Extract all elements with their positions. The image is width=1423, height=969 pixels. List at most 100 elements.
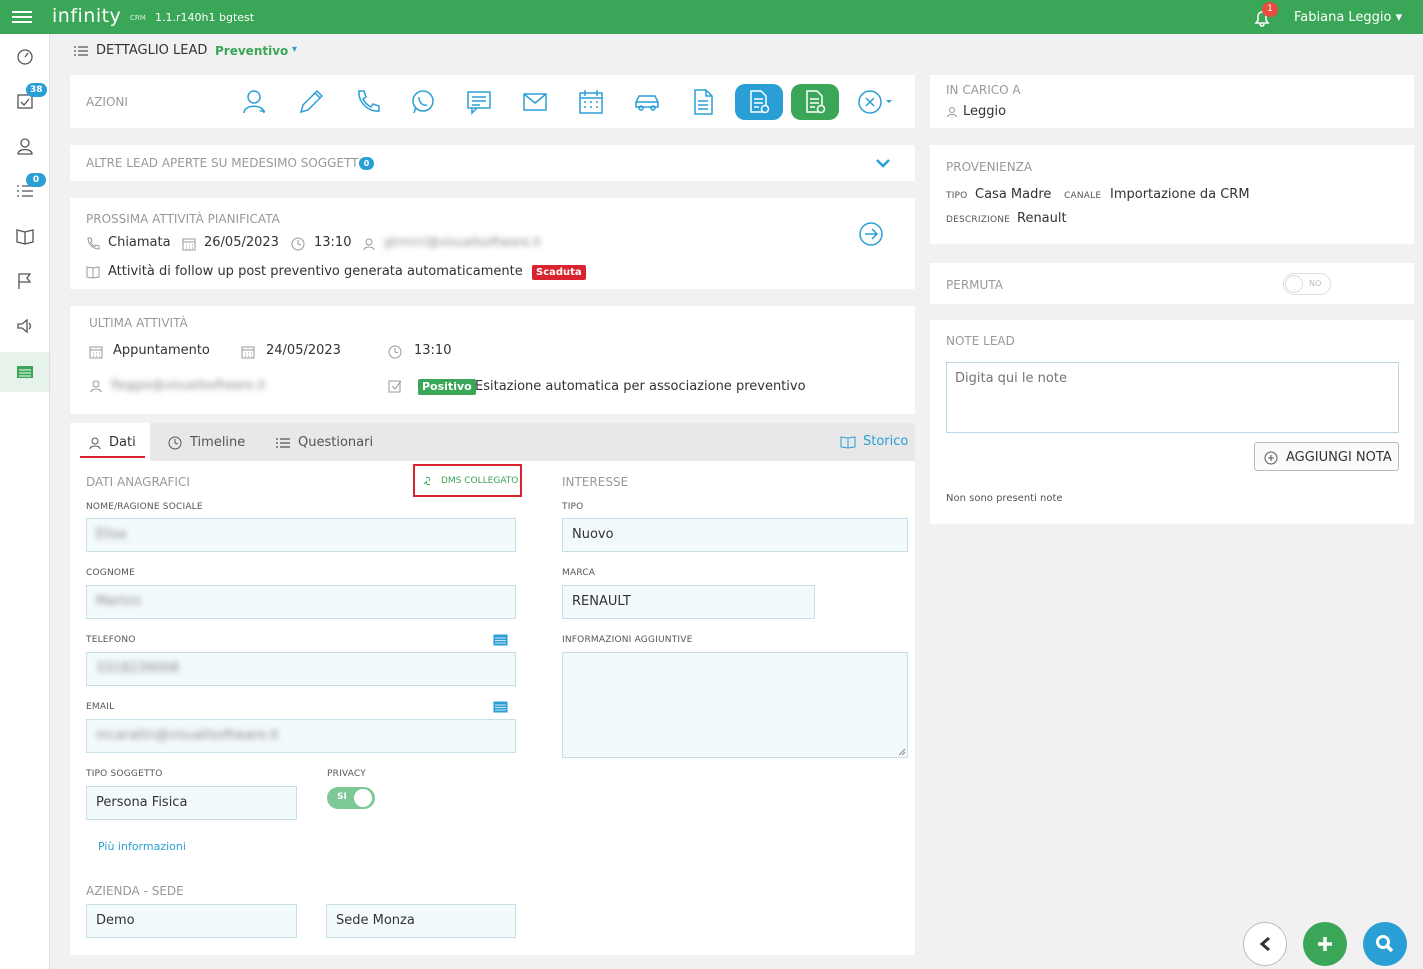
add-note-button[interactable]: AGGIUNGI NOTA bbox=[1254, 442, 1399, 471]
chevron-down-icon[interactable] bbox=[876, 158, 890, 168]
message-icon[interactable] bbox=[464, 87, 494, 117]
assigned-value: Leggio bbox=[963, 104, 1007, 119]
tab-timeline-label: Timeline bbox=[190, 435, 246, 450]
quote-blue-button[interactable] bbox=[735, 84, 783, 120]
name-value: Elisa bbox=[96, 527, 127, 542]
user-icon bbox=[17, 138, 33, 155]
app-logo[interactable]: infinity bbox=[52, 5, 121, 27]
user-menu[interactable]: Fabiana Leggio ▾ bbox=[1294, 10, 1402, 25]
subject-type-value: Persona Fisica bbox=[96, 795, 188, 810]
sidebar-item-campaigns[interactable] bbox=[0, 306, 49, 346]
lead-status[interactable]: Preventivo bbox=[215, 44, 288, 58]
brand-label: MARCA bbox=[562, 568, 596, 578]
car-icon[interactable] bbox=[632, 87, 662, 117]
sidebar-item-tasks[interactable]: 38 bbox=[0, 81, 49, 121]
last-activity-description: Esitazione automatica per associazione p… bbox=[475, 379, 806, 394]
other-leads-label: ALTRE LEAD APERTE SU MEDESIMO SOGGETTO bbox=[86, 156, 368, 170]
close-lead-icon[interactable] bbox=[857, 89, 897, 115]
search-button[interactable] bbox=[1363, 922, 1407, 966]
edit-pencil-icon[interactable] bbox=[296, 87, 326, 117]
card-icon[interactable] bbox=[493, 634, 508, 646]
tab-questionari[interactable]: Questionari bbox=[275, 423, 385, 461]
subject-type-label: TIPO SOGGETTO bbox=[86, 769, 163, 779]
last-activity-time: 13:10 bbox=[414, 343, 452, 358]
user-icon bbox=[947, 107, 957, 118]
dms-linked-box[interactable]: DMS COLLEGATO bbox=[413, 464, 522, 497]
phone-icon bbox=[87, 237, 100, 250]
book-icon bbox=[16, 229, 34, 245]
link-icon bbox=[423, 476, 431, 486]
lead-card-icon bbox=[17, 366, 33, 378]
chevron-left-icon bbox=[1259, 936, 1270, 952]
more-info-link[interactable]: Più informazioni bbox=[98, 840, 186, 853]
sidebar-item-leads[interactable] bbox=[0, 352, 49, 392]
no-notes-text: Non sono presenti note bbox=[946, 493, 1063, 504]
calendar-icon bbox=[182, 238, 196, 251]
interest-type-value: Nuovo bbox=[572, 527, 614, 542]
last-activity-card: ULTIMA ATTIVITÀ Appuntamento 24/05/2023 … bbox=[70, 306, 915, 414]
tab-timeline[interactable]: Timeline bbox=[166, 423, 256, 461]
company-field[interactable]: Demo bbox=[86, 904, 297, 938]
calendar-icon[interactable] bbox=[576, 87, 606, 117]
status-caret-icon[interactable]: ▾ bbox=[292, 44, 297, 55]
document-icon[interactable] bbox=[688, 87, 718, 117]
phone-field[interactable]: 3318239008 bbox=[86, 652, 516, 686]
arrow-right-circle-icon[interactable] bbox=[858, 221, 884, 247]
notes-textarea[interactable] bbox=[946, 362, 1399, 433]
page-title: DETTAGLIO LEAD bbox=[96, 43, 208, 58]
card-icon[interactable] bbox=[493, 701, 508, 713]
email-icon[interactable] bbox=[520, 87, 550, 117]
add-note-label: AGGIUNGI NOTA bbox=[1286, 450, 1392, 465]
prov-channel-value: Importazione da CRM bbox=[1110, 187, 1250, 202]
sidebar-item-flag[interactable] bbox=[0, 261, 49, 301]
surname-label: COGNOME bbox=[86, 568, 136, 578]
privacy-toggle-label: SI bbox=[337, 792, 347, 802]
assign-user-icon[interactable] bbox=[240, 87, 270, 117]
site-field[interactable]: Sede Monza bbox=[326, 904, 516, 938]
user-icon bbox=[90, 380, 102, 393]
dms-linked-label: DMS COLLEGATO bbox=[441, 476, 519, 486]
document-settings-icon bbox=[806, 90, 826, 114]
storico-link[interactable]: Storico bbox=[840, 423, 910, 461]
quote-green-button[interactable] bbox=[791, 84, 839, 120]
provenance-label: PROVENIENZA bbox=[946, 160, 1033, 174]
assigned-card: IN CARICO A Leggio bbox=[930, 75, 1414, 128]
next-activity-card: PROSSIMA ATTIVITÀ PIANIFICATA Chiamata 2… bbox=[70, 198, 915, 289]
sidebar-item-dashboard[interactable] bbox=[0, 36, 49, 76]
company-site-label: AZIENDA - SEDE bbox=[86, 884, 184, 898]
notification-badge: 1 bbox=[1262, 2, 1278, 17]
other-leads-card[interactable]: ALTRE LEAD APERTE SU MEDESIMO SOGGETTO 0 bbox=[70, 145, 915, 181]
interest-type-field[interactable]: Nuovo bbox=[562, 518, 908, 552]
tab-dati[interactable]: Dati bbox=[70, 423, 150, 461]
sidebar-item-list[interactable]: 0 bbox=[0, 171, 49, 211]
trade-in-toggle[interactable]: NO bbox=[1283, 273, 1331, 295]
phone-icon[interactable] bbox=[352, 87, 382, 117]
surname-field[interactable]: Martini bbox=[86, 585, 516, 619]
calendar-icon bbox=[89, 346, 103, 359]
additional-info-textarea[interactable] bbox=[562, 652, 908, 758]
user-name: Fabiana Leggio bbox=[1294, 10, 1392, 25]
sidebar-item-book[interactable] bbox=[0, 216, 49, 256]
brand-field[interactable]: RENAULT bbox=[562, 585, 815, 619]
back-button[interactable] bbox=[1243, 922, 1287, 966]
whatsapp-icon[interactable] bbox=[408, 87, 438, 117]
megaphone-icon bbox=[17, 318, 32, 334]
subject-type-field[interactable]: Persona Fisica bbox=[86, 786, 297, 820]
email-field[interactable]: mcarattn@visuallsoftware.it bbox=[86, 719, 516, 753]
privacy-toggle[interactable]: SI bbox=[327, 787, 375, 809]
user-icon bbox=[89, 437, 101, 450]
check-square-icon bbox=[388, 380, 402, 393]
sidebar-item-contacts[interactable] bbox=[0, 126, 49, 166]
top-bar: infinity CRM 1.1.r140h1 bgtest 1 Fabiana… bbox=[0, 0, 1423, 34]
plus-icon bbox=[1318, 937, 1332, 951]
plus-circle-icon bbox=[1264, 451, 1278, 465]
trade-in-label: PERMUTA bbox=[946, 278, 1003, 292]
surname-value: Martini bbox=[96, 594, 142, 609]
add-button[interactable] bbox=[1303, 922, 1347, 966]
name-field[interactable]: Elisa bbox=[86, 518, 516, 552]
resize-handle-icon[interactable] bbox=[898, 748, 906, 756]
next-activity-type: Chiamata bbox=[108, 235, 171, 250]
tab-bar: Dati Timeline Questionari Storico bbox=[70, 423, 915, 461]
last-activity-type: Appuntamento bbox=[113, 343, 210, 358]
menu-icon[interactable] bbox=[12, 8, 32, 26]
